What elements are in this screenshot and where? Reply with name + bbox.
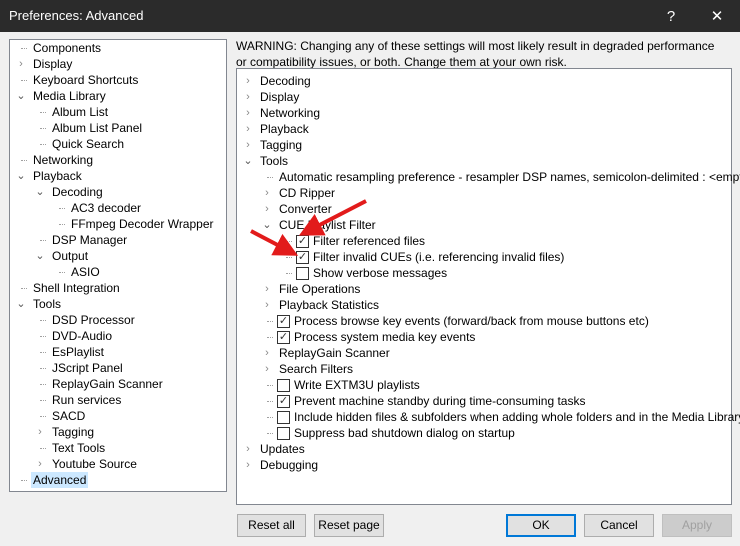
reset-all-button[interactable]: Reset all xyxy=(237,514,306,537)
red-arrow-1 xyxy=(298,199,367,236)
cancel-button[interactable]: Cancel xyxy=(584,514,654,537)
red-arrow-2 xyxy=(250,229,299,256)
apply-button[interactable]: Apply xyxy=(662,514,732,537)
annotation-arrows xyxy=(250,199,367,256)
reset-page-button[interactable]: Reset page xyxy=(314,514,384,537)
ok-button[interactable]: OK xyxy=(506,514,576,537)
